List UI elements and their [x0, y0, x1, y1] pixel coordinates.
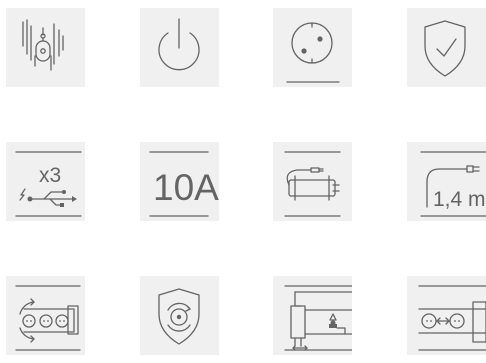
rotating-sockets-icon — [15, 285, 81, 351]
mounting-clamp-icon — [284, 285, 352, 351]
child-protection-tile — [140, 276, 219, 355]
cable-plug-tile — [273, 142, 352, 221]
protection-shield-tile — [407, 8, 486, 87]
protection-shield-icon — [424, 20, 466, 77]
current-rating-tile: 10A — [140, 142, 219, 221]
cable-length-icon: 1,4 m — [420, 151, 486, 217]
rotating-sockets-tile — [6, 276, 85, 355]
grounded-socket-icon — [286, 22, 340, 83]
cable-length-tile: 1,4 m — [407, 142, 486, 221]
socket-spacing-tile — [407, 276, 486, 355]
cable-length-label: 1,4 m — [433, 188, 486, 211]
wall-mount-icon — [22, 19, 64, 71]
current-rating-icon: 10A — [149, 151, 219, 217]
usb-charging-tile: x3 — [6, 142, 85, 221]
child-protection-shield-icon — [158, 288, 200, 345]
usb-count-label: x3 — [39, 164, 61, 187]
power-switch-tile — [140, 8, 219, 87]
cable-plug-icon — [284, 151, 341, 217]
current-rating-label: 10A — [153, 167, 219, 208]
usb-charging-icon: x3 — [15, 151, 82, 217]
mounting-clamp-tile — [273, 276, 352, 355]
socket-spacing-icon — [418, 285, 486, 351]
wall-mount-tile — [6, 8, 85, 87]
power-switch-icon — [158, 18, 200, 71]
grounded-socket-tile — [273, 8, 352, 87]
